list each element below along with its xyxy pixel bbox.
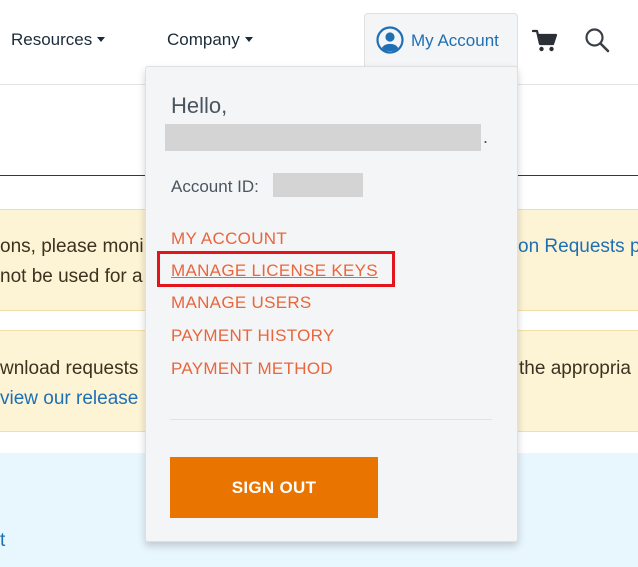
info-link[interactable]: t xyxy=(0,530,5,552)
notice-text: not be used for a xyxy=(0,266,143,287)
search-icon[interactable] xyxy=(584,27,610,53)
caret-down-icon xyxy=(244,37,253,42)
nav-company[interactable]: Company xyxy=(167,30,253,50)
name-trailing-period: . xyxy=(483,127,489,147)
nav-company-label: Company xyxy=(167,30,240,49)
notice-text: wnload requests xyxy=(0,358,139,379)
nav-resources-label: Resources xyxy=(11,30,93,49)
account-id-label: Account ID: xyxy=(171,177,259,196)
notice-text: the appropria xyxy=(519,358,631,379)
sign-out-button[interactable]: SIGN OUT xyxy=(170,457,378,518)
menu-my-account[interactable]: MY ACCOUNT xyxy=(171,229,287,249)
caret-down-icon xyxy=(97,37,106,42)
menu-manage-license-keys[interactable]: MANAGE LICENSE KEYS xyxy=(171,261,378,281)
my-account-label: My Account xyxy=(411,31,499,50)
menu-divider xyxy=(170,419,492,420)
greeting: Hello, xyxy=(171,93,228,118)
user-circle-icon xyxy=(376,26,404,54)
account-dropdown: Hello, . Account ID: MY ACCOUNT MANAGE L… xyxy=(145,66,518,542)
cart-icon[interactable] xyxy=(532,29,558,53)
notice-link[interactable]: on Requests pa xyxy=(518,236,638,258)
redacted-user-name xyxy=(165,124,481,151)
notice-link[interactable]: view our release xyxy=(0,388,138,410)
menu-manage-users[interactable]: MANAGE USERS xyxy=(171,293,312,313)
nav-resources[interactable]: Resources xyxy=(11,30,106,50)
menu-payment-history[interactable]: PAYMENT HISTORY xyxy=(171,326,335,346)
redacted-account-id xyxy=(273,173,363,197)
menu-payment-method[interactable]: PAYMENT METHOD xyxy=(171,359,333,379)
notice-text: ons, please moni xyxy=(0,236,144,257)
